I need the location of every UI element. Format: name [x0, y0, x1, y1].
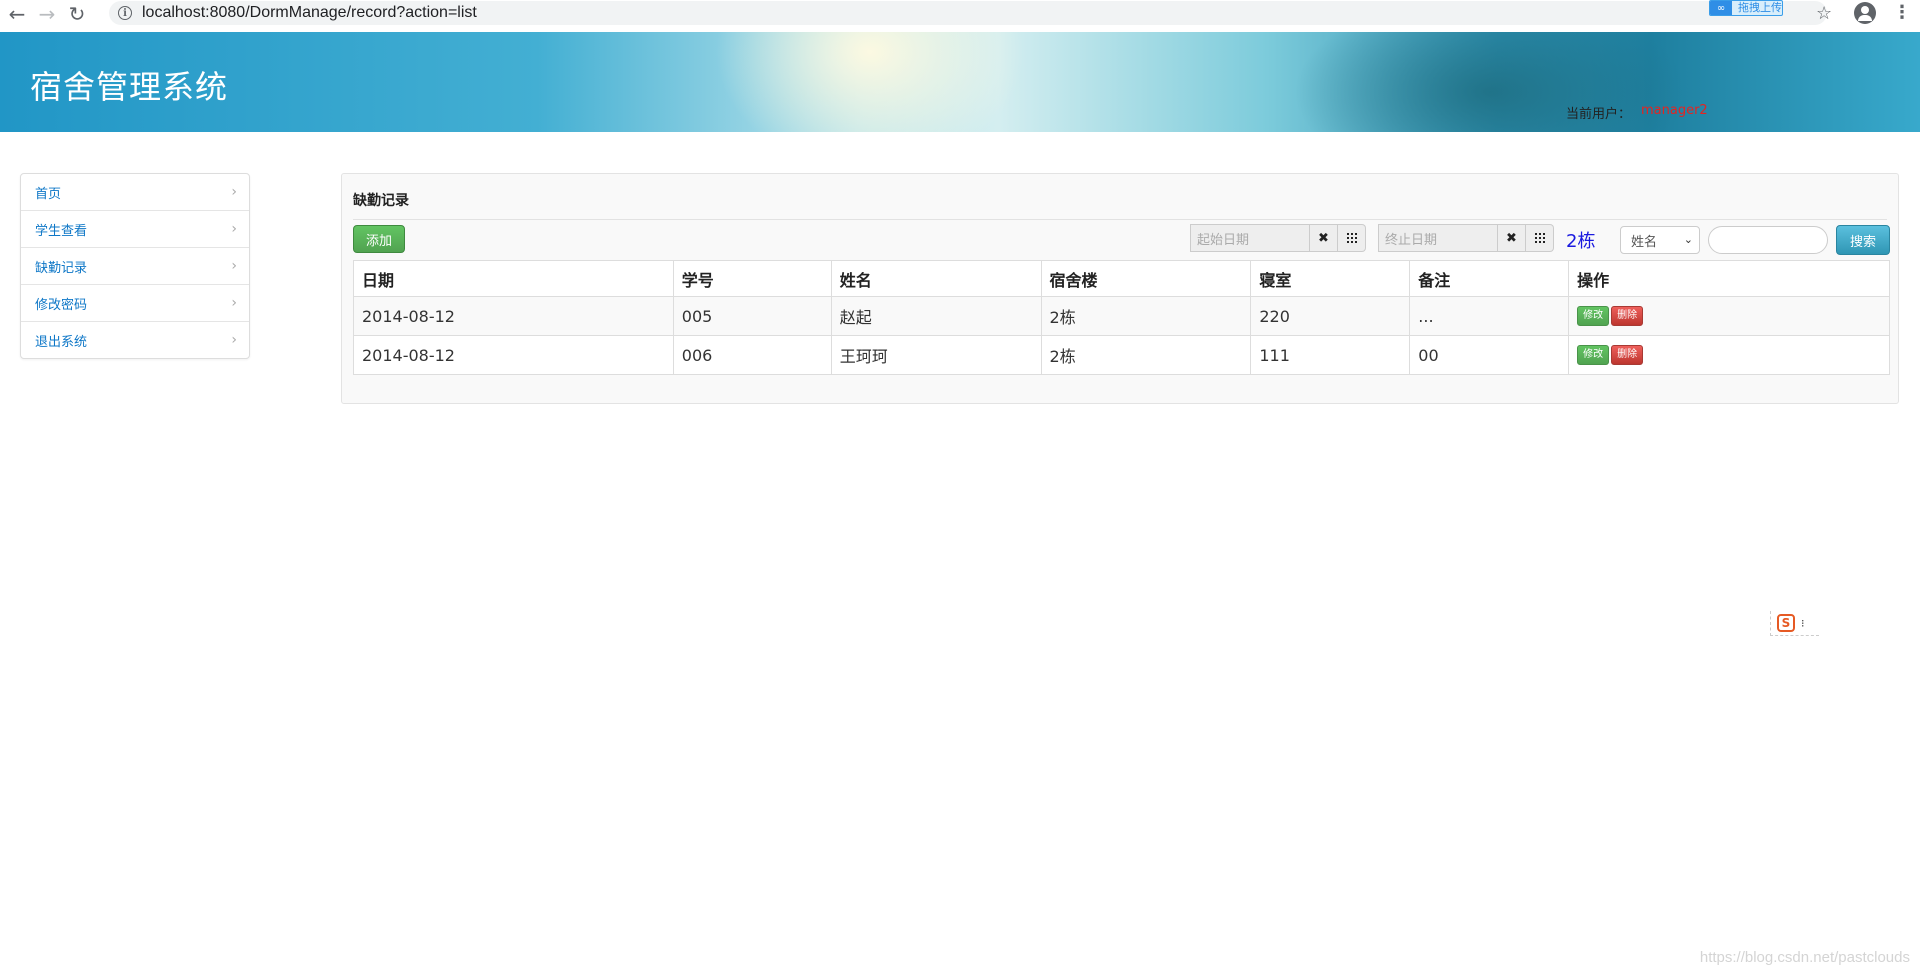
- sidebar-item-students[interactable]: 学生查看 ›: [21, 211, 249, 248]
- table-row: 2014-08-12 005 赵起 2栋 220 ... 修改 删除: [353, 296, 1890, 336]
- column-header: 日期: [353, 260, 674, 297]
- calendar-icon[interactable]: [1526, 224, 1554, 252]
- end-date-group: 终止日期 ✖: [1378, 224, 1554, 252]
- column-header: 寝室: [1250, 260, 1411, 297]
- cell-note: 00: [1409, 335, 1570, 375]
- table-header-row: 日期 学号 姓名 宿舍楼 寝室 备注 操作: [353, 260, 1890, 297]
- address-bar[interactable]: i localhost:8080/DormManage/record?actio…: [109, 1, 1827, 25]
- upload-extension-badge[interactable]: ∞ 拖拽上传: [1709, 0, 1783, 16]
- floating-widget[interactable]: S ⁝: [1770, 611, 1819, 636]
- cell-note: ...: [1409, 296, 1570, 336]
- calendar-icon[interactable]: [1338, 224, 1366, 252]
- delete-button[interactable]: 删除: [1611, 345, 1644, 366]
- url-text[interactable]: localhost:8080/DormManage/record?action=…: [142, 4, 477, 22]
- start-date-input[interactable]: 起始日期: [1190, 224, 1310, 252]
- cell-name: 王珂珂: [830, 335, 1042, 375]
- clear-icon[interactable]: ✖: [1498, 224, 1526, 252]
- chevron-right-icon: ›: [231, 221, 237, 237]
- sidebar-item-label[interactable]: 缺勤记录: [35, 257, 87, 276]
- panel-title: 缺勤记录: [353, 193, 409, 209]
- cell-building: 2栋: [1040, 296, 1252, 336]
- watermark: https://blog.csdn.net/pastclouds: [1699, 949, 1910, 966]
- search-button[interactable]: 搜索: [1836, 225, 1890, 255]
- edit-button[interactable]: 修改: [1577, 306, 1610, 327]
- building-label: 2栋: [1566, 231, 1596, 252]
- back-arrow-icon[interactable]: ←: [4, 1, 30, 27]
- column-header: 学号: [672, 260, 832, 297]
- sidebar-item-label[interactable]: 学生查看: [35, 220, 87, 239]
- cell-student-no: 005: [672, 296, 832, 336]
- cell-room: 220: [1250, 296, 1411, 336]
- column-header: 操作: [1568, 260, 1890, 297]
- sidebar-item-home[interactable]: 首页 ›: [21, 174, 249, 211]
- clear-icon[interactable]: ✖: [1310, 224, 1338, 252]
- cell-building: 2栋: [1040, 335, 1252, 375]
- sidebar-item-label[interactable]: 首页: [35, 183, 61, 202]
- sidebar-item-label[interactable]: 修改密码: [35, 294, 87, 313]
- browser-toolbar: ← → ↻ i localhost:8080/DormManage/record…: [0, 0, 1920, 28]
- sidebar-item-absence-records[interactable]: 缺勤记录 ›: [21, 248, 249, 285]
- edit-button[interactable]: 修改: [1577, 345, 1610, 366]
- cell-student-no: 006: [672, 335, 832, 375]
- column-header: 宿舍楼: [1040, 260, 1252, 297]
- current-user-name: manager2: [1641, 103, 1708, 118]
- search-field-select[interactable]: 姓名 ⌄: [1620, 226, 1700, 254]
- forward-arrow-icon[interactable]: →: [34, 1, 60, 27]
- cell-actions: 修改 删除: [1568, 296, 1890, 336]
- sidebar-item-logout[interactable]: 退出系统 ›: [21, 322, 249, 358]
- cell-date: 2014-08-12: [353, 335, 674, 375]
- end-date-input[interactable]: 终止日期: [1378, 224, 1498, 252]
- delete-button[interactable]: 删除: [1611, 306, 1644, 327]
- bookmark-star-icon[interactable]: ☆: [1816, 3, 1832, 24]
- extension-label: 拖拽上传: [1738, 1, 1782, 14]
- chevron-right-icon: ›: [231, 258, 237, 274]
- select-value: 姓名: [1631, 234, 1658, 250]
- records-table: 日期 学号 姓名 宿舍楼 寝室 备注 操作 2014-08-12 005 赵起 …: [353, 260, 1890, 375]
- sidebar-item-change-password[interactable]: 修改密码 ›: [21, 285, 249, 322]
- cell-name: 赵起: [830, 296, 1042, 336]
- records-panel: 缺勤记录 添加 起始日期 ✖ 终止日期 ✖ 2栋 姓名 ⌄ 搜索 日期 学号 姓…: [341, 173, 1899, 404]
- app-title: 宿舍管理系统: [30, 68, 229, 106]
- current-user-label: 当前用户：: [1566, 107, 1632, 122]
- add-button[interactable]: 添加: [353, 225, 405, 253]
- kebab-menu-icon[interactable]: ⋮: [1893, 2, 1911, 23]
- chevron-down-icon: ⌄: [1683, 233, 1693, 246]
- start-date-group: 起始日期 ✖: [1190, 224, 1366, 252]
- chevron-right-icon: ›: [231, 184, 237, 200]
- header-banner: 宿舍管理系统 当前用户： manager2: [0, 32, 1920, 132]
- cell-date: 2014-08-12: [353, 296, 674, 336]
- more-dots-icon[interactable]: ⁝: [1801, 617, 1805, 630]
- search-input[interactable]: [1708, 226, 1828, 254]
- cell-actions: 修改 删除: [1568, 335, 1890, 375]
- sogou-ime-icon[interactable]: S: [1777, 614, 1795, 632]
- extension-logo-icon: ∞: [1710, 1, 1732, 15]
- sidebar-item-label[interactable]: 退出系统: [35, 331, 87, 350]
- chevron-right-icon: ›: [231, 332, 237, 348]
- column-header: 姓名: [830, 260, 1042, 297]
- reload-icon[interactable]: ↻: [64, 1, 90, 27]
- cell-room: 111: [1250, 335, 1411, 375]
- chevron-right-icon: ›: [231, 295, 237, 311]
- info-icon[interactable]: i: [118, 6, 132, 20]
- divider: [353, 219, 1887, 220]
- profile-avatar-icon[interactable]: [1854, 2, 1876, 24]
- column-header: 备注: [1409, 260, 1570, 297]
- sidebar-nav: 首页 › 学生查看 › 缺勤记录 › 修改密码 › 退出系统 ›: [20, 173, 250, 359]
- table-row: 2014-08-12 006 王珂珂 2栋 111 00 修改 删除: [353, 335, 1890, 375]
